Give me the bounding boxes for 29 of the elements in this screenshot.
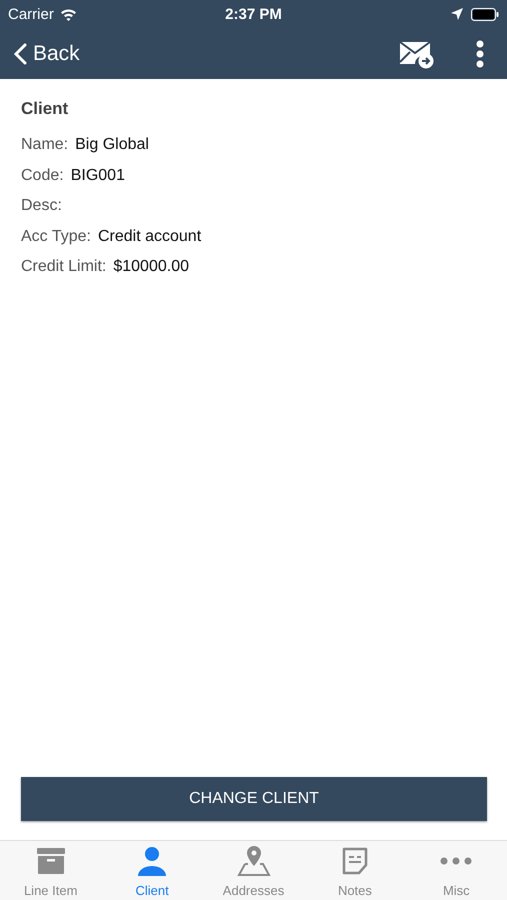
back-chevron-icon — [14, 42, 27, 64]
battery-icon — [471, 8, 499, 20]
change-client-button[interactable]: CHANGE CLIENT — [21, 777, 487, 821]
tab-item[interactable]: Addresses — [202, 841, 304, 900]
field-value: Credit account — [98, 228, 202, 246]
more-options-icon[interactable] — [475, 40, 485, 68]
field-value: $10000.00 — [113, 258, 189, 276]
more-icon — [440, 857, 472, 865]
field-label: Desc: — [21, 197, 62, 215]
tab-item[interactable]: Notes — [304, 841, 406, 900]
back-button[interactable]: Back — [14, 42, 80, 66]
location-arrow-icon — [451, 8, 463, 20]
map-pin-icon — [236, 845, 271, 877]
field-label: Code: — [21, 166, 64, 184]
archive-box-icon — [36, 847, 66, 875]
note-icon — [340, 847, 369, 875]
clock-time: 2:37 PM — [225, 6, 282, 22]
section-heading: Client — [21, 99, 70, 119]
field-label: Name: — [21, 136, 68, 154]
field-value: Big Global — [75, 136, 149, 154]
tab-item[interactable]: Client — [101, 841, 203, 900]
wifi-icon — [60, 8, 77, 20]
carrier-name: Carrier — [8, 6, 54, 22]
field-label: Credit Limit: — [21, 258, 106, 276]
tab-item[interactable]: Line Item — [0, 841, 102, 900]
field-value: BIG001 — [70, 166, 125, 184]
person-icon — [138, 846, 166, 876]
tab-item[interactable]: Misc — [406, 841, 507, 900]
field-label: Acc Type: — [21, 228, 91, 246]
